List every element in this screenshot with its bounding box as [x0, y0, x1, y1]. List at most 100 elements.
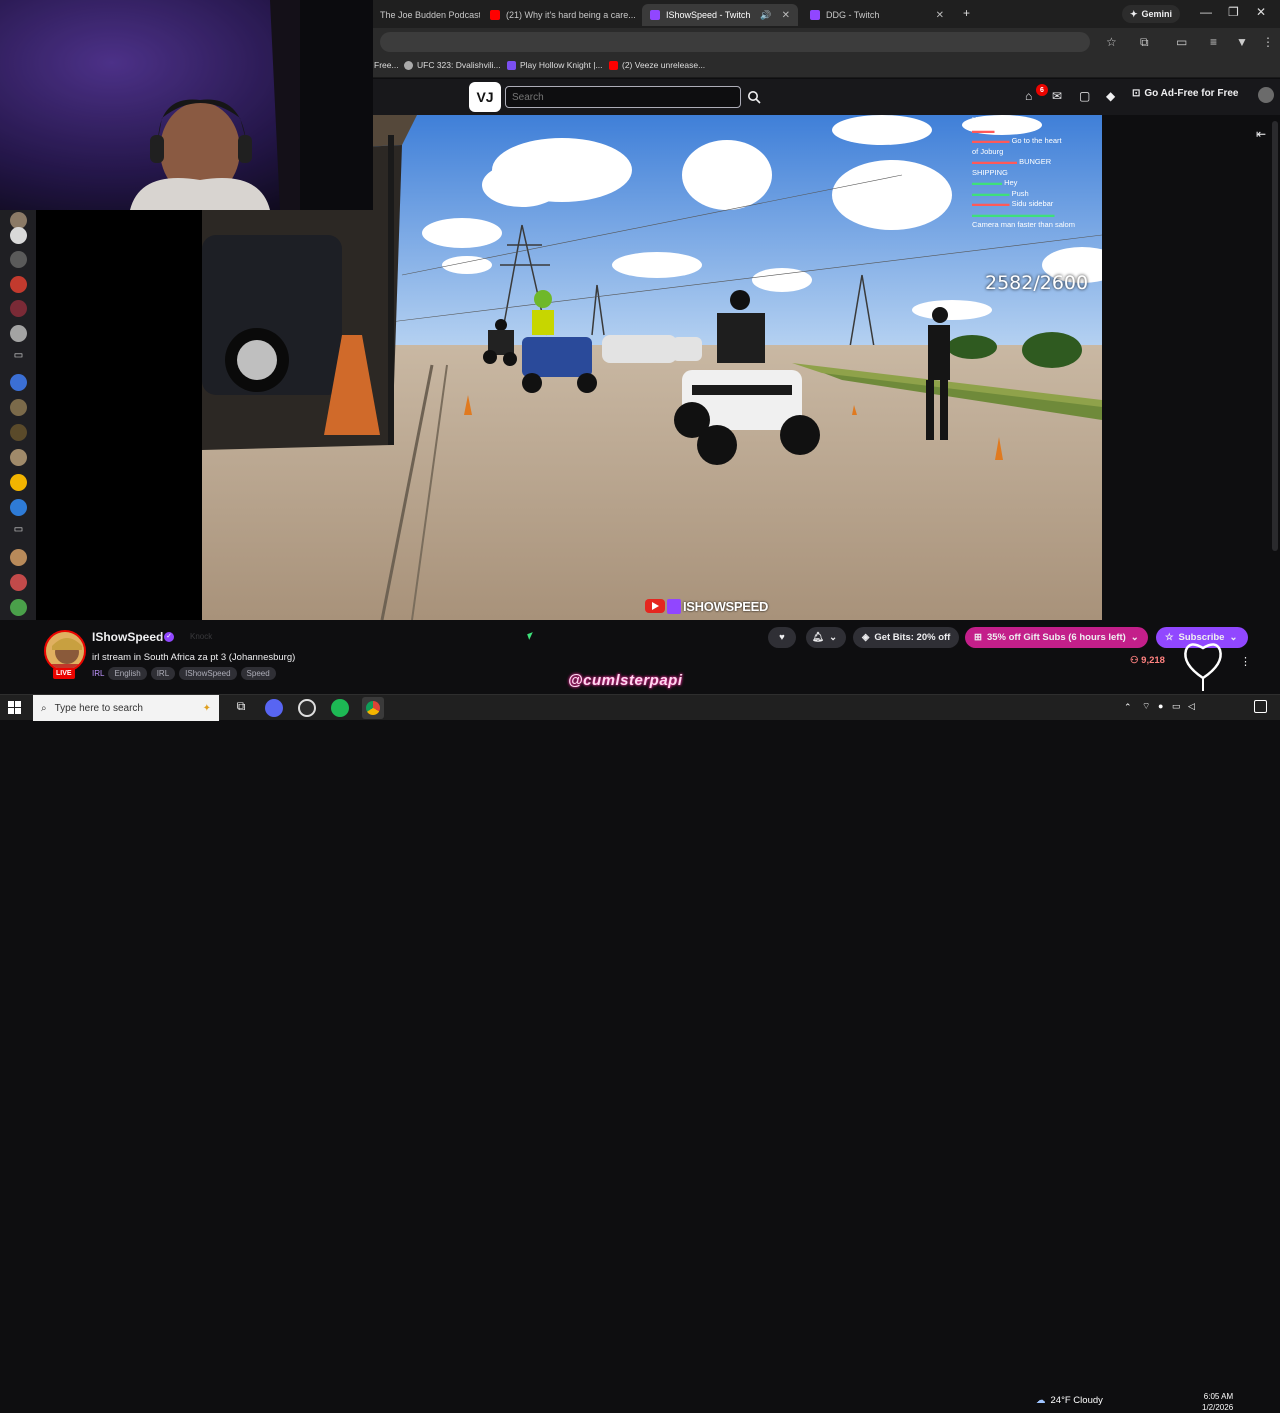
expand-chat-icon[interactable]: ⇤: [1256, 127, 1266, 141]
url-input[interactable]: [380, 32, 1090, 52]
channel-avatar[interactable]: [10, 227, 27, 244]
followed-channels-sidebar: ▭ ▭: [0, 210, 36, 620]
chrome-taskbar-item[interactable]: [362, 697, 384, 719]
channel-avatar[interactable]: [10, 599, 27, 616]
inbox-icon[interactable]: ✉: [1052, 89, 1062, 103]
menu-icon[interactable]: ⋮: [1262, 35, 1274, 49]
channel-avatar[interactable]: [10, 325, 27, 342]
gemini-label: Gemini: [1141, 9, 1173, 19]
verified-icon: ✓: [164, 632, 174, 642]
channel-avatar[interactable]: [10, 399, 27, 416]
mic-icon[interactable]: ●: [1158, 701, 1163, 711]
chevron-down-icon: ⌄: [829, 632, 838, 643]
tag[interactable]: English: [108, 667, 147, 680]
weather-widget[interactable]: ☁ 24°F Cloudy: [1036, 1395, 1103, 1406]
chat-line: ▬▬▬▬ Hey: [972, 178, 1018, 187]
whispers-icon[interactable]: ▢: [1079, 89, 1090, 103]
channel-avatar[interactable]: [10, 449, 27, 466]
chat-line-text: U of jewish: [972, 115, 1009, 124]
sparkle-icon: ✦: [1130, 8, 1138, 19]
star-icon[interactable]: ☆: [1106, 35, 1117, 49]
site-logo[interactable]: VJ: [469, 82, 501, 112]
channel-avatar[interactable]: [44, 630, 86, 672]
volume-icon[interactable]: ◁: [1188, 701, 1195, 712]
tab-label: DDG - Twitch: [826, 10, 880, 20]
camera-icon[interactable]: ▭: [10, 350, 27, 367]
notifications-button[interactable]: 🔔︎ ⌄: [806, 627, 846, 648]
stream-title: irl stream in South Africa za pt 3 (Joha…: [92, 652, 296, 663]
category-link[interactable]: IRL: [92, 667, 104, 680]
more-options-icon[interactable]: ⋮: [1240, 655, 1251, 668]
twitch-icon: [650, 10, 660, 20]
knock-button[interactable]: Knock: [190, 632, 212, 641]
tag[interactable]: IRL: [150, 667, 176, 680]
tag[interactable]: Speed: [240, 667, 276, 680]
discord-icon[interactable]: [265, 699, 283, 717]
new-tab-icon[interactable]: +: [963, 6, 970, 20]
chrome-icon: [366, 701, 380, 715]
taskbar: ⌕ Type here to search ✦ ⧉ ☁ 24°F Cloudy …: [0, 694, 1280, 1412]
notifications-center-icon[interactable]: [1254, 700, 1267, 713]
follow-heart-button[interactable]: ♥: [768, 627, 796, 648]
close-window-icon[interactable]: ✕: [1256, 5, 1266, 19]
windows-start-icon[interactable]: [8, 701, 21, 714]
close-icon[interactable]: ✕: [782, 10, 790, 21]
tray-chevron-icon[interactable]: ⌃: [1124, 702, 1132, 713]
taskbar-search[interactable]: ⌕ Type here to search ✦: [33, 695, 219, 721]
channel-avatar[interactable]: [10, 474, 27, 491]
heart-icon: ♥: [779, 632, 785, 643]
scrollbar[interactable]: [1272, 121, 1278, 551]
camera-icon[interactable]: ▭: [10, 524, 27, 541]
channel-avatar[interactable]: [10, 549, 27, 566]
channel-avatar[interactable]: [10, 424, 27, 441]
chat-line: ▬▬▬▬▬▬▬▬▬▬▬: [972, 209, 1055, 219]
chat-line: SHIPPING: [972, 168, 1102, 179]
channel-avatar[interactable]: [10, 251, 27, 268]
gemini-button[interactable]: ✦ Gemini: [1122, 5, 1181, 23]
bookmark-label: Free...: [374, 60, 399, 70]
channel-avatar[interactable]: [10, 574, 27, 591]
shield-icon[interactable]: ▼: [1236, 35, 1248, 49]
wifi-icon[interactable]: ⌔: [1142, 701, 1150, 712]
tag[interactable]: IShowSpeed: [179, 667, 237, 680]
taskbar-clock[interactable]: 6:05 AM 1/2/2026: [1202, 1391, 1233, 1413]
extensions-icon[interactable]: ⧉: [1140, 35, 1149, 50]
channel-avatar[interactable]: [10, 374, 27, 391]
channel-avatar[interactable]: [10, 276, 27, 293]
streamer-handle-overlay: @cumlsterpapi: [568, 672, 683, 689]
channel-avatar[interactable]: [10, 300, 27, 317]
bookmark-item[interactable]: Play Hollow Knight |...: [507, 60, 603, 70]
network-icon[interactable]: ▭: [1172, 701, 1181, 712]
bits-icon[interactable]: ◆: [1106, 89, 1115, 103]
audio-icon[interactable]: 🔊: [760, 10, 771, 21]
browser-tab[interactable]: The Joe Budden Podcast E... ✕: [372, 4, 480, 26]
bookmark-item[interactable]: UFC 323: Dvalishvili...: [404, 60, 501, 70]
bookmark-item[interactable]: (2) Veeze unrelease...: [609, 60, 705, 70]
channel-name[interactable]: IShowSpeed: [92, 630, 163, 644]
obs-icon[interactable]: [298, 699, 316, 717]
bookmark-item[interactable]: Free...: [374, 60, 399, 70]
maximize-icon[interactable]: ❐: [1228, 5, 1239, 19]
chat-line-text: Hey: [1004, 178, 1018, 187]
task-view-icon[interactable]: ⧉: [232, 699, 250, 717]
search-input[interactable]: [505, 86, 741, 108]
search-button[interactable]: [743, 86, 765, 108]
get-bits-button[interactable]: ◈ Get Bits: 20% off: [853, 627, 960, 648]
gift-subs-button[interactable]: ⊞ 35% off Gift Subs (6 hours left) ⌄: [965, 627, 1148, 648]
user-avatar[interactable]: [1258, 87, 1274, 103]
browser-tab[interactable]: (21) Why it's hard being a care... ✕: [482, 4, 638, 26]
media-icon[interactable]: ≡: [1210, 35, 1217, 49]
get-bits-label: Get Bits: 20% off: [874, 632, 951, 643]
ad-free-button[interactable]: ⊡ Go Ad-Free for Free: [1132, 88, 1238, 99]
spotify-icon[interactable]: [331, 699, 349, 717]
crown-icon[interactable]: ⌂: [1025, 89, 1032, 103]
close-icon[interactable]: ✕: [936, 10, 944, 21]
browser-tab-active[interactable]: IShowSpeed - Twitch 🔊 ✕: [642, 4, 798, 26]
bell-icon: 🔔︎: [812, 632, 825, 643]
channel-avatar[interactable]: [10, 499, 27, 516]
cast-icon[interactable]: ▭: [1176, 35, 1187, 49]
browser-tab[interactable]: DDG - Twitch ✕: [802, 4, 952, 26]
chat-line: ▬▬▬ AYYYE: [972, 125, 1021, 135]
viewer-count-value: 9,218: [1141, 655, 1165, 666]
minimize-icon[interactable]: —: [1200, 5, 1212, 19]
